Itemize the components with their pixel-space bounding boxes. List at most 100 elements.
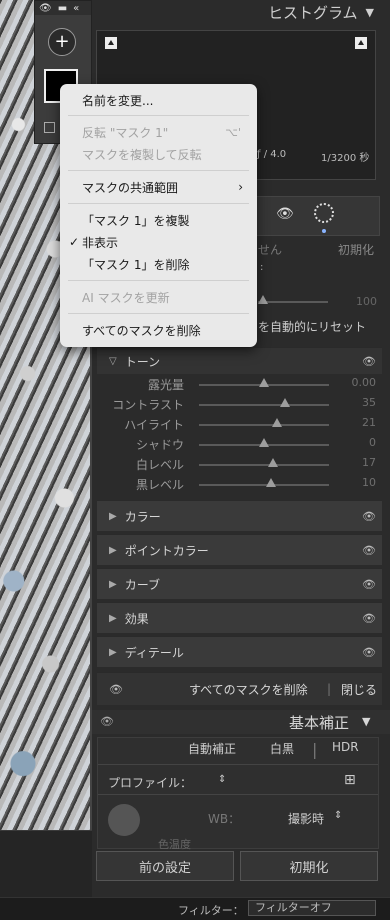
menu-delete-all-label: すべてのマスクを削除 [82, 323, 201, 338]
slider-label: コントラスト [112, 398, 184, 412]
slider-value[interactable]: 0 [369, 436, 376, 449]
section-row[interactable]: ▶ カーブ 👁 [97, 568, 382, 599]
wb-label: WB： [208, 812, 241, 826]
eye-icon[interactable]: 👁 [362, 646, 376, 659]
triangle-down-icon: ▼ [365, 5, 374, 19]
slider-label: 露光量 [147, 378, 184, 392]
menu-invert-shortcut: ⌥' [225, 125, 241, 139]
amount-knob[interactable] [258, 295, 268, 304]
menu-hide[interactable]: ✓ 非表示 [60, 232, 257, 252]
divider [98, 794, 378, 795]
auto-reset-label[interactable]: を自動的にリセット [258, 318, 366, 335]
basic-title: 基本補正 [289, 714, 350, 732]
reset-link[interactable]: 初期化 [338, 241, 374, 258]
close-button[interactable]: 閉じる [341, 681, 377, 698]
filter-bar: フィルター： フィルターオフ [0, 897, 390, 920]
histogram-title: ヒストグラム [267, 3, 358, 22]
auto-button[interactable]: 自動補正 [188, 740, 236, 757]
previous-settings-button[interactable]: 前の設定 [96, 851, 234, 881]
amount-track[interactable] [258, 301, 328, 303]
tone-slider-row: 白レベル 17 [97, 454, 382, 474]
redeye-icon[interactable]: 👁 [276, 206, 294, 222]
tone-label: トーン [124, 354, 161, 369]
profile-dropdown-icon[interactable]: ⇕ [218, 774, 226, 785]
section-row[interactable]: ▶ カラー 👁 [97, 500, 382, 531]
section-label: ポイントカラー [124, 543, 209, 558]
menu-delete-label: 「マスク 1」を削除 [82, 257, 190, 272]
highlight-clip-icon[interactable] [355, 37, 367, 49]
menu-ai-update-label: AI マスクを更新 [82, 290, 170, 305]
slider-track[interactable] [199, 464, 329, 466]
section-tone[interactable]: ▽ トーン 👁 [97, 347, 382, 374]
menu-duplicate-invert: マスクを複製して反転 [60, 144, 257, 164]
section-row[interactable]: ▶ ポイントカラー 👁 [97, 534, 382, 565]
slider-knob[interactable] [265, 478, 276, 487]
slider-track[interactable] [199, 424, 329, 426]
slider-track[interactable] [199, 484, 329, 486]
reset-button[interactable]: 初期化 [240, 851, 378, 881]
menu-rename-label: 名前を変更... [82, 93, 154, 108]
eye-icon[interactable]: 👁 [362, 578, 376, 591]
amount-value: 100 [356, 295, 377, 308]
triangle-right-icon: ▶ [109, 646, 117, 658]
slider-value[interactable]: 21 [362, 416, 376, 429]
minimize-icon[interactable]: ▬ [58, 3, 67, 14]
eye-icon[interactable]: 👁 [362, 612, 376, 625]
slider-value[interactable]: 35 [362, 396, 376, 409]
slider-knob[interactable] [279, 398, 290, 407]
delete-all-masks-button[interactable]: すべてのマスクを削除 [189, 681, 308, 698]
filter-label: フィルター： [178, 904, 244, 917]
slider-knob[interactable] [259, 438, 269, 447]
filter-select[interactable]: フィルターオフ [248, 900, 376, 916]
slider-label: 白レベル [135, 458, 184, 472]
slider-knob[interactable] [268, 458, 279, 467]
eye-icon[interactable]: 👁 [39, 3, 52, 14]
triangle-right-icon: ▶ [109, 510, 117, 522]
section-label: ディテール [124, 645, 184, 660]
slider-value[interactable]: 10 [362, 476, 376, 489]
basic-panel: 自動補正 白黒 | HDR プロファイル： ⇕ ⊞ WB： 撮影時 ⇕ 色温度 [97, 737, 379, 851]
shadow-clip-icon[interactable] [105, 37, 117, 49]
eye-icon[interactable]: 👁 [362, 544, 376, 557]
tone-slider-row: コントラスト 35 [97, 394, 382, 414]
menu-duplicate[interactable]: 「マスク 1」を複製 [60, 210, 257, 230]
slider-knob[interactable] [259, 378, 269, 387]
bw-button[interactable]: 白黒 [270, 740, 294, 757]
slider-value[interactable]: 0.00 [352, 376, 377, 389]
menu-delete[interactable]: 「マスク 1」を削除 [60, 254, 257, 274]
triangle-right-icon: ▶ [109, 578, 117, 590]
basic-header[interactable]: 👁 基本補正 ▼ [92, 710, 390, 734]
eye-icon[interactable]: 👁 [362, 355, 376, 368]
slider-label: シャドウ [135, 438, 184, 452]
hdr-button[interactable]: HDR [332, 740, 359, 754]
eye-icon[interactable]: 👁 [100, 715, 114, 728]
section-row[interactable]: ▶ 効果 👁 [97, 602, 382, 633]
menu-rename[interactable]: 名前を変更... [60, 90, 257, 110]
slider-track[interactable] [199, 404, 329, 406]
menu-intersect[interactable]: マスクの共通範囲 › [60, 177, 257, 197]
menu-intersect-label: マスクの共通範囲 [82, 180, 179, 195]
eye-icon[interactable]: 👁 [109, 683, 123, 696]
section-label: カーブ [124, 577, 160, 592]
tone-slider-row: 黒レベル 10 [97, 474, 382, 494]
wb-value[interactable]: 撮影時 [288, 810, 324, 827]
triangle-expanded-icon: ▽ [109, 355, 117, 367]
mask-footer-row: 👁 すべてのマスクを削除 | 閉じる [97, 672, 382, 705]
temp-label: 色温度 [158, 838, 191, 851]
eye-icon[interactable]: 👁 [362, 510, 376, 523]
wb-dropdown-icon[interactable]: ⇕ [334, 810, 342, 821]
triangle-right-icon: ▶ [109, 544, 117, 556]
slider-knob[interactable] [272, 418, 282, 427]
masking-icon[interactable] [314, 203, 334, 223]
colon-mark: : [260, 262, 264, 273]
grid-icon[interactable]: ⊞ [344, 772, 356, 788]
overlay-checkbox[interactable] [44, 122, 55, 133]
add-mask-button[interactable]: + [48, 28, 76, 56]
histogram-header[interactable]: ヒストグラム ▼ [76, 0, 390, 24]
slider-value[interactable]: 17 [362, 456, 376, 469]
menu-delete-all[interactable]: すべてのマスクを削除 [60, 320, 257, 340]
section-row[interactable]: ▶ ディテール 👁 [97, 636, 382, 667]
eyedropper-icon[interactable] [108, 804, 140, 836]
checkmark-icon: ✓ [69, 235, 80, 249]
active-dot [322, 229, 326, 233]
